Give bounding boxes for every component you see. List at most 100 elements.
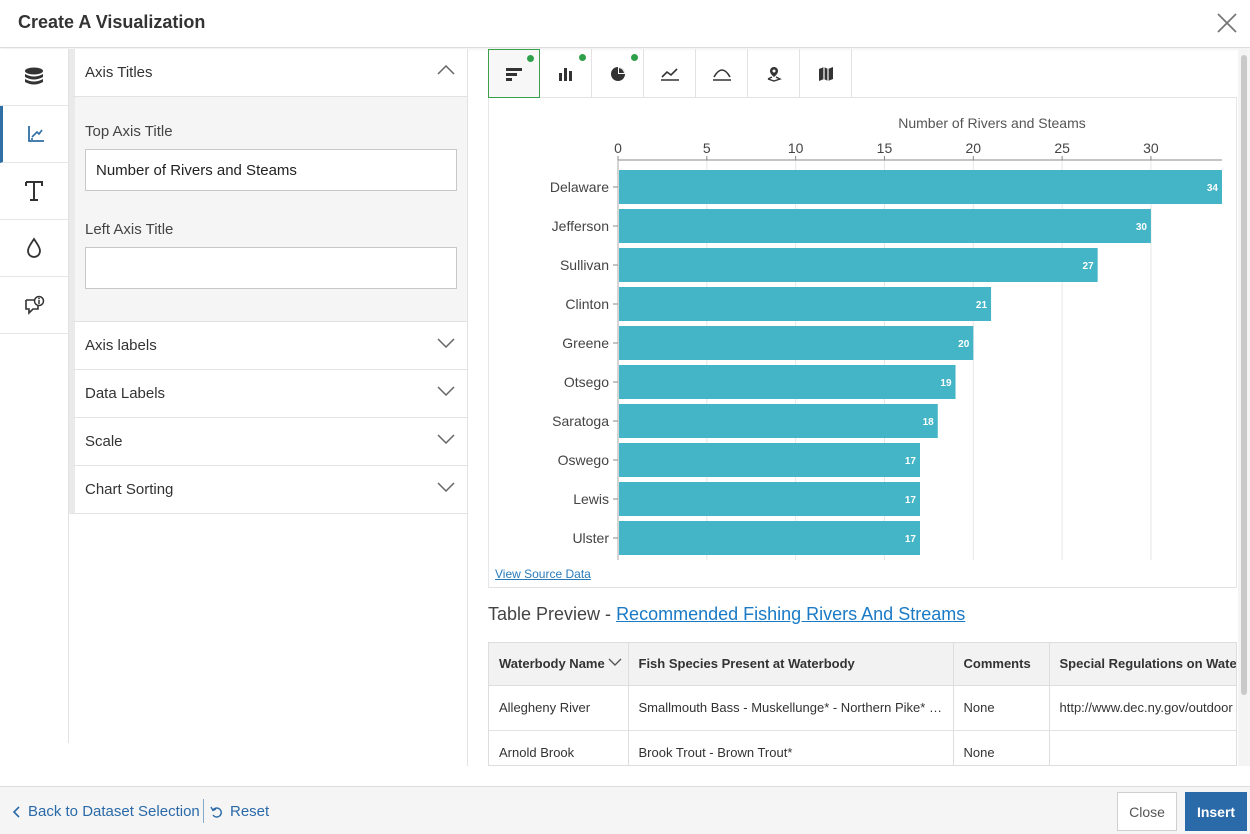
dataset-link[interactable]: Recommended Fishing Rivers And Streams [616, 604, 965, 624]
vertical-scrollbar[interactable] [1238, 49, 1250, 766]
close-icon[interactable] [1214, 10, 1240, 36]
section-axis-titles[interactable]: Axis Titles [69, 49, 467, 97]
left-axis-title-input[interactable] [85, 247, 457, 289]
tool-horizontal-bar[interactable] [488, 49, 540, 98]
data-label: 17 [905, 456, 917, 467]
section-scale-label: Scale [85, 433, 123, 450]
rail-item-text[interactable] [0, 163, 68, 220]
comment-info-icon [25, 295, 45, 315]
y-tick-label: Sullivan [560, 257, 609, 273]
y-tick-label: Greene [562, 335, 609, 351]
undo-icon [210, 806, 222, 818]
insert-button[interactable]: Insert [1185, 792, 1247, 831]
axis-titles-body: Top Axis Title Left Axis Title [69, 97, 467, 322]
rail-item-data[interactable] [0, 49, 68, 106]
x-tick-label: 20 [966, 140, 982, 156]
color-drop-icon [27, 237, 41, 258]
reset-button[interactable]: Reset [210, 803, 269, 820]
recommended-dot [631, 54, 638, 61]
table-row: Arnold Brook Brook Trout - Brown Trout* … [489, 730, 1236, 765]
data-label: 20 [958, 339, 970, 350]
table-cell: Brook Trout - Brown Trout* [628, 730, 954, 765]
bar [619, 482, 920, 516]
table-row: Allegheny River Smallmouth Bass - Muskel… [489, 685, 1236, 731]
rail-item-annotations[interactable] [0, 277, 68, 334]
chart-axis-icon [27, 126, 44, 142]
database-icon [25, 67, 43, 85]
bar [619, 326, 974, 360]
rail-item-axis[interactable] [0, 106, 68, 163]
data-label: 19 [940, 378, 952, 389]
section-scale[interactable]: Scale [69, 418, 467, 466]
settings-rail [0, 49, 69, 743]
col-header-species[interactable]: Fish Species Present at Waterbody [628, 643, 954, 686]
tool-region-map[interactable] [800, 49, 852, 98]
bar [619, 248, 1098, 282]
y-tick-label: Lewis [573, 491, 609, 507]
y-tick-label: Otsego [564, 374, 609, 390]
rail-item-color[interactable] [0, 220, 68, 277]
dialog-footer: Back to Dataset Selection Reset Close In… [0, 786, 1250, 834]
bar [619, 287, 992, 321]
table-preview: Waterbody Name Fish Species Present at W… [488, 642, 1237, 766]
dialog-header: Create A Visualization [0, 0, 1250, 48]
section-axis-labels-label: Axis labels [85, 337, 157, 354]
table-cell: None [953, 685, 1050, 731]
top-axis-title-input[interactable] [85, 149, 457, 191]
scrollbar-thumb[interactable] [1241, 55, 1247, 695]
tool-line[interactable] [644, 49, 696, 98]
close-button[interactable]: Close [1117, 792, 1177, 831]
section-axis-labels[interactable]: Axis labels [69, 322, 467, 370]
col-header-waterbody[interactable]: Waterbody Name [489, 643, 629, 686]
x-tick-label: 30 [1143, 140, 1159, 156]
chevron-down-icon[interactable] [608, 658, 622, 667]
left-axis-title-label: Left Axis Title [85, 221, 174, 238]
tool-column[interactable] [540, 49, 592, 98]
back-to-dataset-button[interactable]: Back to Dataset Selection [12, 803, 200, 820]
y-tick-label: Oswego [558, 452, 610, 468]
table-preview-title: Table Preview - Recommended Fishing Rive… [488, 604, 965, 625]
recommended-dot [527, 55, 534, 62]
point-map-icon [767, 66, 782, 82]
col-header-regulations[interactable]: Special Regulations on Waterbody [1049, 643, 1236, 686]
data-label: 17 [905, 495, 917, 506]
data-label: 27 [1083, 261, 1095, 272]
tool-pie[interactable] [592, 49, 644, 98]
data-label: 18 [923, 417, 935, 428]
chevron-down-icon [437, 338, 455, 348]
y-tick-label: Clinton [565, 296, 609, 312]
settings-panel: Axis Titles Top Axis Title Left Axis Tit… [69, 49, 468, 766]
footer-divider [203, 799, 204, 823]
bar [619, 365, 956, 399]
bar-chart: Number of Rivers and Steams 0 5 10 15 20 25 30 D… [550, 115, 1222, 560]
tool-point-map[interactable] [748, 49, 800, 98]
col-header-label: Waterbody Name [499, 656, 605, 672]
preview-table: Waterbody Name Fish Species Present at W… [489, 643, 1236, 765]
chevron-down-icon [437, 482, 455, 492]
section-data-labels-label: Data Labels [85, 385, 166, 402]
section-data-labels[interactable]: Data Labels [69, 370, 467, 418]
y-tick-label: Ulster [572, 530, 609, 546]
chevron-left-icon [12, 805, 20, 818]
chevron-up-icon [437, 65, 455, 75]
view-source-data-link[interactable]: View Source Data [495, 567, 591, 581]
table-cell: Smallmouth Bass - Muskellunge* - Norther… [628, 685, 954, 731]
bar [619, 170, 1222, 204]
table-preview-prefix: Table Preview - [488, 604, 617, 624]
bar [619, 443, 920, 477]
tool-area[interactable] [696, 49, 748, 98]
x-tick-label: 5 [703, 140, 711, 156]
chevron-down-icon [437, 434, 455, 444]
table-cell: None [953, 730, 1050, 765]
data-label: 21 [976, 300, 988, 311]
data-label: 34 [1207, 183, 1219, 194]
chart-type-toolbar [488, 49, 1237, 98]
section-axis-titles-label: Axis Titles [85, 64, 153, 81]
col-header-comments[interactable]: Comments [953, 643, 1050, 686]
x-tick-label: 25 [1054, 140, 1070, 156]
text-icon [25, 181, 43, 201]
section-chart-sorting[interactable]: Chart Sorting [69, 466, 467, 514]
back-label: Back to Dataset Selection [28, 803, 200, 820]
line-chart-icon [660, 67, 679, 81]
table-cell: Arnold Brook [489, 730, 629, 765]
